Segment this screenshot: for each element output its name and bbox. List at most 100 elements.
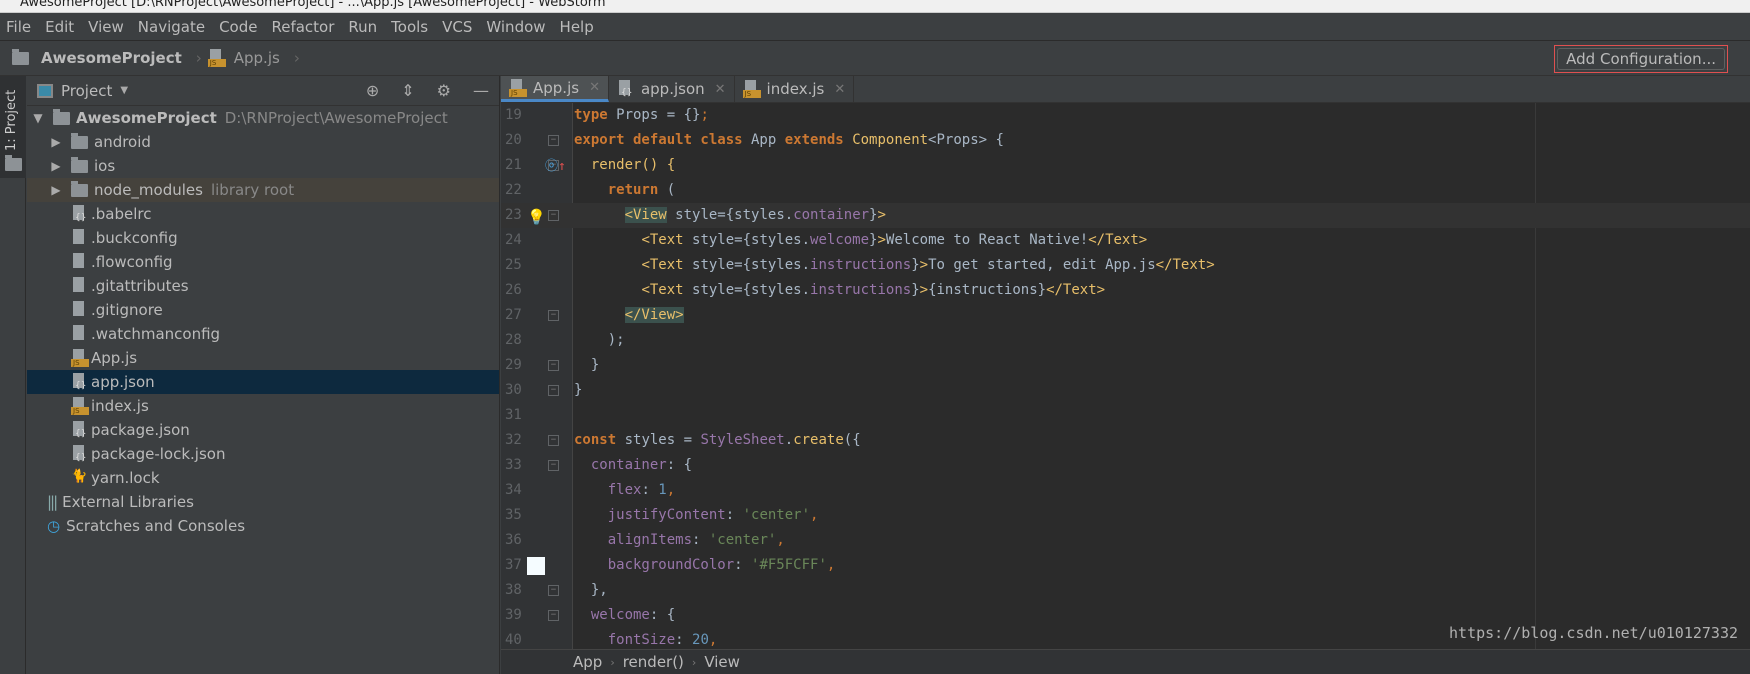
tree-item-flowconfig[interactable]: .flowconfig [27,250,499,274]
expand-arrow-icon[interactable]: ▶ [49,135,63,149]
tree-item-label: .buckconfig [91,229,178,247]
tab-app-json[interactable]: {} app.json ✕ [609,76,735,102]
menu-help[interactable]: Help [560,18,594,36]
menu-run[interactable]: Run [348,18,377,36]
fold-icon[interactable]: − [548,360,559,371]
code-token: ; [700,107,709,123]
fold-icon[interactable]: − [548,210,559,221]
code-token: ({ [843,432,861,448]
tree-item-scratches[interactable]: ◷ Scratches and Consoles [27,514,499,538]
close-icon[interactable]: ✕ [715,82,726,97]
menu-view[interactable]: View [88,18,124,36]
menu-window[interactable]: Window [486,18,545,36]
code-token: container [793,207,870,223]
fold-icon[interactable]: − [548,385,559,396]
js-file-icon: JS [71,397,89,415]
code-text: <View style={styles.container}> 💡 [527,203,886,228]
code-text: container: { [574,453,692,478]
menu-file[interactable]: File [6,18,31,36]
code-text: </View> [574,303,684,328]
text-file-icon [71,229,87,247]
tree-root[interactable]: ▼ AwesomeProject D:\RNProject\AwesomePro… [27,106,499,130]
scratches-clock-icon: ◷ [47,517,61,535]
tree-item-yarnlock[interactable]: 🐈 yarn.lock [27,466,499,490]
tab-app-js[interactable]: JS App.js ✕ [501,76,609,102]
tab-index-js[interactable]: JS index.js ✕ [735,76,855,102]
text-file-icon [71,301,87,319]
lightbulb-icon[interactable]: 💡 [527,205,546,230]
tree-item-packagejson[interactable]: {} package.json [27,418,499,442]
tree-item-watchmanconfig[interactable]: .watchmanconfig [27,322,499,346]
tree-item-android[interactable]: ▶ android [27,130,499,154]
expand-arrow-icon[interactable]: ▶ [49,183,63,197]
hide-icon[interactable]: — [473,81,489,100]
add-configuration-button[interactable]: Add Configuration... [1557,48,1725,70]
tree-item-packagelockjson[interactable]: {} package-lock.json [27,442,499,466]
menu-refactor[interactable]: Refactor [271,18,334,36]
tree-item-appjs[interactable]: JS App.js [27,346,499,370]
menu-navigate[interactable]: Navigate [138,18,205,36]
line-number: 38 [505,582,522,598]
code-area[interactable]: 19 type Props = {}; 20 − export default clas… [501,103,1750,649]
collapse-all-icon[interactable]: ⇕ [401,81,414,100]
color-swatch-icon[interactable] [527,557,545,575]
tree-item-nodemodules[interactable]: ▶ node_modules library root [27,178,499,202]
tree-item-gitattributes[interactable]: .gitattributes [27,274,499,298]
fold-icon[interactable]: − [548,135,559,146]
breadcrumb-item[interactable]: App [573,653,602,671]
project-tool-tab[interactable]: 1: Project [0,76,26,178]
fold-icon[interactable]: − [548,610,559,621]
editor-breadcrumb: App › render() › View [501,649,1750,674]
code-token: : [734,557,752,573]
tree-item-appjson[interactable]: {} app.json [27,370,499,394]
code-token: }, [574,582,608,598]
nav-crumb-project[interactable]: AwesomeProject [12,48,182,67]
code-text: justifyContent: 'center', [574,503,819,528]
code-token: </View> [624,307,684,323]
close-icon[interactable]: ✕ [834,82,845,97]
menu-edit[interactable]: Edit [45,18,74,36]
code-token: justifyContent [607,507,726,523]
project-view-selector[interactable]: Project [61,82,112,100]
code-token: , [666,482,676,498]
folder-icon [71,180,88,197]
code-token: '#F5FCFF' [751,557,827,573]
code-token: instructions [810,257,912,273]
expand-arrow-icon[interactable]: ▶ [49,159,63,173]
fold-icon[interactable]: − [548,585,559,596]
line-number: 28 [505,332,522,348]
code-token: welcome [810,232,870,248]
menu-code[interactable]: Code [219,18,257,36]
tree-item-babelrc[interactable]: {} .babelrc [27,202,499,226]
fold-icon[interactable]: − [548,460,559,471]
breadcrumb-item[interactable]: View [704,653,740,671]
locate-icon[interactable]: ⊕ [366,81,379,100]
code-token: > [919,282,929,298]
menu-tools[interactable]: Tools [391,18,428,36]
code-token: } [574,382,583,398]
fold-icon[interactable]: − [548,310,559,321]
fold-icon[interactable]: − [548,435,559,446]
line-number: 39 [505,607,522,623]
expand-arrow-icon[interactable]: ▼ [31,111,45,125]
breadcrumb-item[interactable]: render() [623,653,684,671]
tree-item-external-libraries[interactable]: ||| External Libraries [27,490,499,514]
close-icon[interactable]: ✕ [589,80,600,95]
code-token: <Props> { [928,132,1004,148]
nav-crumb-file[interactable]: JS App.js [207,49,280,67]
override-method-icon[interactable]: ⓞ↑ [545,154,566,179]
tree-item-indexjs[interactable]: JS index.js [27,394,499,418]
tree-item-gitignore[interactable]: .gitignore [27,298,499,322]
code-token: > [877,207,886,223]
tree-item-ios[interactable]: ▶ ios [27,154,499,178]
tree-item-buckconfig[interactable]: .buckconfig [27,226,499,250]
code-token: <Text [641,282,684,298]
chevron-down-icon[interactable]: ▼ [120,85,128,96]
menu-vcs[interactable]: VCS [442,18,472,36]
gear-icon[interactable]: ⚙ [437,81,451,100]
line-number: 21 [505,157,522,173]
code-token: style= [666,207,726,223]
